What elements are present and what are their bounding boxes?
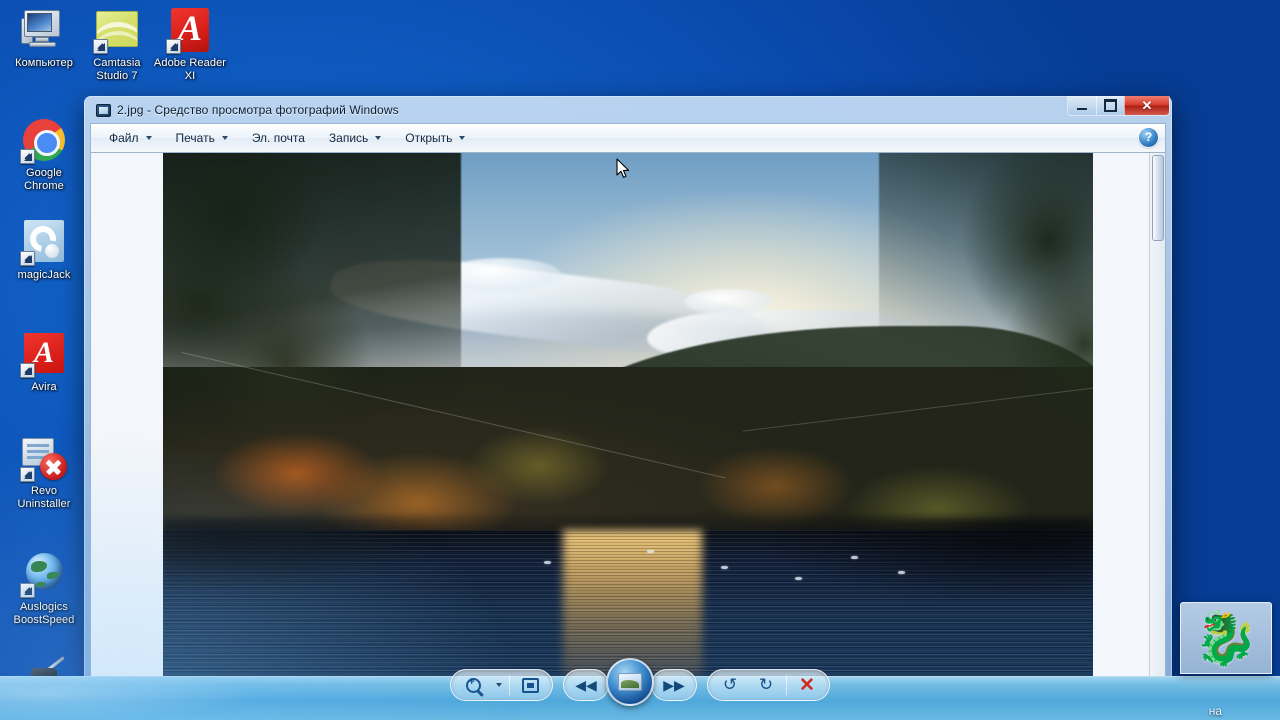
playback-controls: ◀◀ ▶▶ ↺ ↻ ✕: [450, 658, 830, 706]
desktop-icon-label: Revo Uninstaller: [17, 485, 71, 510]
desktop-icon-avira[interactable]: A Avira: [6, 330, 82, 394]
fit-to-window-icon: [521, 677, 539, 693]
photo-viewer-icon: [96, 103, 111, 117]
toolbar-label: Печать: [175, 131, 215, 145]
toolbar-label: Файл: [109, 131, 139, 145]
desktop-icon-label: Adobe Reader XI: [153, 57, 227, 82]
play-slideshow-button[interactable]: [603, 658, 657, 712]
desktop-icon-label: Avira: [31, 381, 57, 393]
toolbar-item-open[interactable]: Открыть: [395, 127, 475, 149]
zoom-dropdown-button[interactable]: [491, 672, 507, 698]
navigation-group-right: ▶▶: [651, 669, 697, 701]
delete-button[interactable]: ✕: [789, 672, 825, 698]
photo-viewer-window: 2.jpg - Средство просмотра фотографий Wi…: [84, 96, 1172, 686]
close-button[interactable]: ✕: [1124, 96, 1169, 115]
toolbar-label: Запись: [328, 131, 369, 145]
taskbar-thumbnail-preview[interactable]: 🐉: [1180, 602, 1272, 674]
previous-button[interactable]: ◀◀: [568, 672, 604, 698]
chevron-down-icon: [221, 136, 228, 140]
avira-icon: A: [20, 330, 68, 378]
desktop-icon-camtasia[interactable]: Camtasia Studio 7: [79, 6, 155, 82]
minimize-button[interactable]: [1068, 96, 1096, 115]
toolbar-label: Открыть: [405, 131, 453, 145]
viewer-toolbar: Файл Печать Эл. почта Запись Открыть ?: [90, 123, 1166, 152]
dragon-icon: 🐉: [1193, 610, 1259, 668]
rotate-delete-group: ↺ ↻ ✕: [707, 669, 830, 701]
desktop-icon-auslogics[interactable]: Auslogics BoostSpeed: [6, 550, 82, 626]
toolbar-item-burn[interactable]: Запись: [319, 127, 391, 149]
desktop-icon-revo-uninstaller[interactable]: Revo Uninstaller: [6, 434, 82, 510]
zoom-group: [450, 669, 553, 701]
chrome-icon: [20, 116, 68, 164]
boat-marker: [721, 566, 728, 570]
desktop-icon-magicjack[interactable]: magicJack: [6, 218, 82, 282]
next-button[interactable]: ▶▶: [656, 672, 692, 698]
chevron-down-icon: [496, 683, 502, 687]
toolbar-item-print[interactable]: Печать: [166, 127, 238, 149]
desktop-icon-label: Camtasia Studio 7: [93, 57, 141, 82]
desktop-icon-label: magicJack: [17, 269, 71, 281]
adobe-reader-icon: A: [166, 6, 214, 54]
image-canvas: [90, 152, 1166, 677]
zoom-in-icon: [465, 676, 481, 693]
scrollbar-thumb[interactable]: [1152, 155, 1164, 241]
tray-text: на: [1208, 704, 1222, 718]
desktop-icon-label: Auslogics BoostSpeed: [13, 601, 75, 626]
boat-marker: [544, 560, 552, 564]
chevron-down-icon: [459, 136, 466, 140]
computer-icon: [20, 6, 68, 54]
rotate-right-button[interactable]: ↻: [748, 672, 784, 698]
maximize-button[interactable]: [1096, 96, 1124, 115]
photo-image: [163, 153, 1093, 676]
chevron-down-icon: [375, 136, 382, 140]
toolbar-item-file[interactable]: Файл: [99, 127, 162, 149]
vertical-scrollbar[interactable]: [1149, 153, 1165, 676]
globe-icon: [20, 550, 68, 598]
window-controls: ✕: [1067, 96, 1170, 116]
desktop: Компьютер Camtasia Studio 7 A Adobe Read…: [0, 0, 1280, 720]
desktop-icon-google-chrome[interactable]: Google Chrome: [6, 116, 82, 192]
boat-marker: [851, 555, 859, 559]
play-slideshow-icon: [606, 658, 654, 706]
toolbar-item-email[interactable]: Эл. почта: [242, 127, 315, 149]
magicjack-icon: [20, 218, 68, 266]
desktop-icon-computer[interactable]: Компьютер: [6, 6, 82, 70]
chevron-down-icon: [145, 136, 152, 140]
window-title: 2.jpg - Средство просмотра фотографий Wi…: [117, 103, 399, 117]
title-bar[interactable]: 2.jpg - Средство просмотра фотографий Wi…: [90, 96, 1170, 123]
zoom-button[interactable]: [455, 672, 491, 698]
viewer-control-bar: ◀◀ ▶▶ ↺ ↻ ✕: [0, 658, 1280, 720]
desktop-icon-label: Google Chrome: [24, 167, 64, 192]
fit-to-window-button[interactable]: [512, 672, 548, 698]
desktop-icon-adobe-reader[interactable]: A Adobe Reader XI: [152, 6, 228, 82]
desktop-icon-label: Компьютер: [15, 57, 73, 69]
camtasia-icon: [93, 6, 141, 54]
toolbar-label: Эл. почта: [251, 131, 305, 145]
revo-uninstaller-icon: [20, 434, 68, 482]
boat-marker: [795, 576, 803, 580]
rotate-left-button[interactable]: ↺: [712, 672, 748, 698]
help-icon[interactable]: ?: [1139, 128, 1158, 147]
